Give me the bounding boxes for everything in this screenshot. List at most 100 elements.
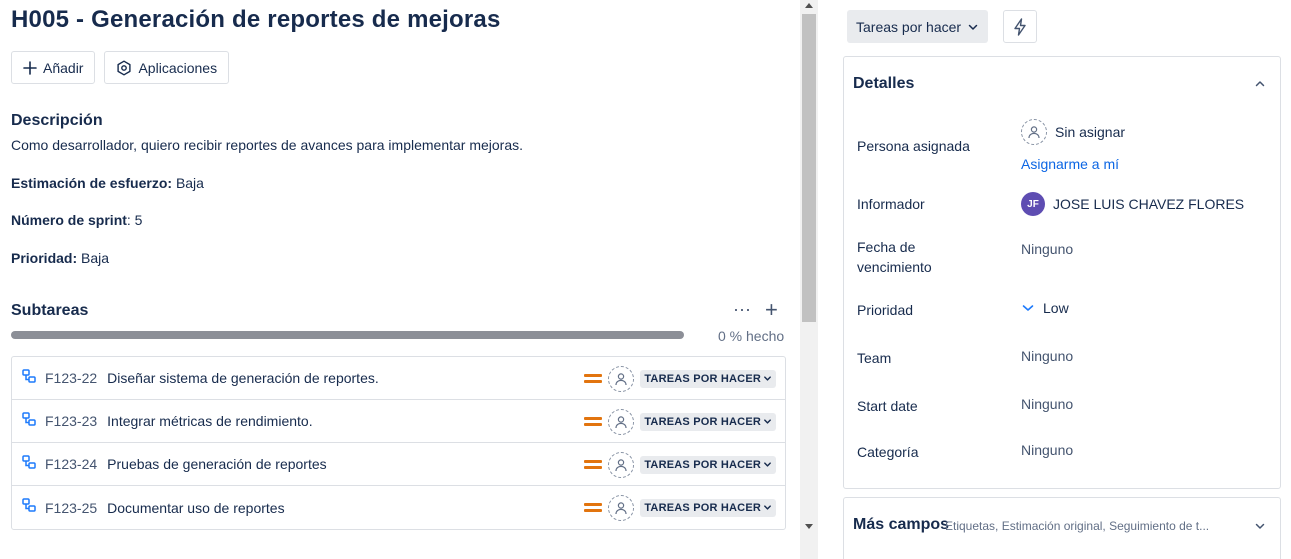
subtask-meta: TAREAS POR HACER xyxy=(584,486,776,529)
scroll-thumb[interactable] xyxy=(802,14,816,322)
subtask-key[interactable]: F123-23 xyxy=(45,413,97,429)
add-button-label: Añadir xyxy=(43,59,84,76)
chevron-down-blue-icon xyxy=(1022,305,1034,311)
priority-medium-icon xyxy=(584,373,603,385)
subtask-list: F123-22 Diseñar sistema de generación de… xyxy=(11,356,786,530)
reporter-label: Informador xyxy=(857,196,925,212)
due-date-value[interactable]: Ninguno xyxy=(1021,241,1073,257)
chevron-down-icon xyxy=(764,376,771,381)
apps-button[interactable]: Aplicaciones xyxy=(104,51,230,84)
unassigned-avatar-icon[interactable] xyxy=(608,451,635,478)
start-date-value[interactable]: Ninguno xyxy=(1021,396,1073,412)
status-dropdown[interactable]: TAREAS POR HACER xyxy=(640,412,776,431)
automation-button[interactable] xyxy=(1003,10,1037,43)
scroll-up-arrow[interactable] xyxy=(805,3,813,8)
subtask-summary[interactable]: Integrar métricas de rendimiento. xyxy=(107,413,312,429)
reporter-name: JOSE LUIS CHAVEZ FLORES xyxy=(1053,196,1245,212)
description-heading: Descripción xyxy=(11,112,103,129)
main-scrollbar[interactable] xyxy=(800,0,818,559)
more-fields-summary: Etiquetas, Estimación original, Seguimie… xyxy=(945,519,1210,533)
issue-main-pane: H005 - Generación de reportes de mejoras… xyxy=(0,0,800,559)
priority-label: Prioridad: xyxy=(11,250,78,266)
table-row[interactable]: F123-23 Integrar métricas de rendimiento… xyxy=(12,400,785,443)
chevron-down-icon[interactable] xyxy=(1254,519,1266,537)
priority-label: Prioridad xyxy=(857,302,914,318)
status-transition-button[interactable]: Tareas por hacer xyxy=(847,10,989,43)
table-row[interactable]: F123-22 Diseñar sistema de generación de… xyxy=(12,357,785,400)
priority-medium-icon xyxy=(584,416,603,428)
effort-label: Estimación de esfuerzo: xyxy=(11,175,173,191)
avatar: JF xyxy=(1021,192,1045,216)
table-row[interactable]: F123-24 Pruebas de generación de reporte… xyxy=(12,443,785,486)
more-actions-button[interactable]: ··· xyxy=(733,299,751,320)
chevron-down-icon xyxy=(764,505,771,510)
subtask-key[interactable]: F123-22 xyxy=(45,370,97,386)
issue-title[interactable]: H005 - Generación de reportes de mejoras xyxy=(11,6,501,34)
assignee-value[interactable]: Sin asignar xyxy=(1021,119,1125,145)
details-panel: Detalles Persona asignada Sin asignar As… xyxy=(843,56,1281,489)
plus-icon xyxy=(23,60,37,75)
chevron-down-icon xyxy=(764,462,771,467)
apps-icon xyxy=(116,60,132,76)
priority-medium-icon xyxy=(584,459,603,471)
status-dropdown[interactable]: TAREAS POR HACER xyxy=(640,498,776,517)
subtask-key[interactable]: F123-24 xyxy=(45,456,97,472)
priority-value: Baja xyxy=(81,250,110,266)
more-fields-panel[interactable]: Más campos Etiquetas, Estimación origina… xyxy=(843,497,1281,559)
chevron-up-icon[interactable] xyxy=(1254,77,1266,95)
priority-line: Prioridad: Baja xyxy=(11,250,109,266)
status-transition-label: Tareas por hacer xyxy=(856,18,962,35)
unassigned-avatar-icon[interactable] xyxy=(608,494,635,521)
issue-toolbar: Añadir Aplicaciones xyxy=(11,51,230,84)
sprint-label: Número de sprint xyxy=(11,212,127,228)
details-heading[interactable]: Detalles xyxy=(853,75,914,93)
category-text: Ninguno xyxy=(1021,442,1074,458)
due-date-text: Ninguno xyxy=(1021,241,1074,257)
subtask-icon xyxy=(21,368,37,389)
start-date-text: Ninguno xyxy=(1021,396,1074,412)
priority-value[interactable]: Low xyxy=(1021,300,1069,316)
status-label: TAREAS POR HACER xyxy=(644,458,761,471)
assign-to-me-link[interactable]: Asignarme a mí xyxy=(1021,156,1119,172)
subtasks-progress-label: 0 % hecho xyxy=(718,328,785,344)
team-label: Team xyxy=(857,350,892,366)
issue-sidebar: Tareas por hacer Detalles Persona asigna… xyxy=(818,0,1291,559)
assignee-label: Persona asignada xyxy=(857,138,970,154)
priority-text: Low xyxy=(1043,300,1069,316)
assignee-name: Sin asignar xyxy=(1055,124,1126,140)
apps-button-label: Aplicaciones xyxy=(138,59,218,76)
add-button[interactable]: Añadir xyxy=(11,51,96,84)
due-date-label: Fecha de vencimiento xyxy=(857,239,932,275)
subtasks-heading: Subtareas xyxy=(11,302,89,319)
subtask-meta: TAREAS POR HACER xyxy=(584,357,776,400)
table-row[interactable]: F123-25 Documentar uso de reportes TAREA… xyxy=(12,486,785,529)
priority-medium-icon xyxy=(584,502,603,514)
category-value[interactable]: Ninguno xyxy=(1021,442,1073,458)
status-dropdown[interactable]: TAREAS POR HACER xyxy=(640,369,776,388)
category-label: Categoría xyxy=(857,444,919,460)
unassigned-avatar-icon xyxy=(1021,119,1047,145)
chevron-down-icon xyxy=(764,419,771,424)
subtask-summary[interactable]: Documentar uso de reportes xyxy=(107,500,284,516)
unassigned-avatar-icon[interactable] xyxy=(608,408,635,435)
status-label: TAREAS POR HACER xyxy=(644,415,761,428)
subtask-meta: TAREAS POR HACER xyxy=(584,443,776,486)
reporter-value[interactable]: JF JOSE LUIS CHAVEZ FLORES xyxy=(1021,192,1244,216)
chevron-down-icon xyxy=(968,24,978,30)
description-text[interactable]: Como desarrollador, quiero recibir repor… xyxy=(11,137,523,153)
team-value[interactable]: Ninguno xyxy=(1021,348,1073,364)
more-fields-heading: Más campos xyxy=(853,516,950,533)
subtask-icon xyxy=(21,411,37,432)
add-subtask-button[interactable]: + xyxy=(765,298,778,320)
subtask-summary[interactable]: Diseñar sistema de generación de reporte… xyxy=(107,370,379,386)
team-text: Ninguno xyxy=(1021,348,1074,364)
subtasks-progress-bar xyxy=(11,331,684,339)
sprint-line: Número de sprint: 5 xyxy=(11,212,142,228)
subtask-summary[interactable]: Pruebas de generación de reportes xyxy=(107,456,326,472)
scroll-down-arrow[interactable] xyxy=(805,524,813,529)
status-dropdown[interactable]: TAREAS POR HACER xyxy=(640,455,776,474)
effort-value: Baja xyxy=(175,175,204,191)
bolt-icon xyxy=(1014,17,1026,36)
subtask-key[interactable]: F123-25 xyxy=(45,500,97,516)
unassigned-avatar-icon[interactable] xyxy=(608,365,635,392)
